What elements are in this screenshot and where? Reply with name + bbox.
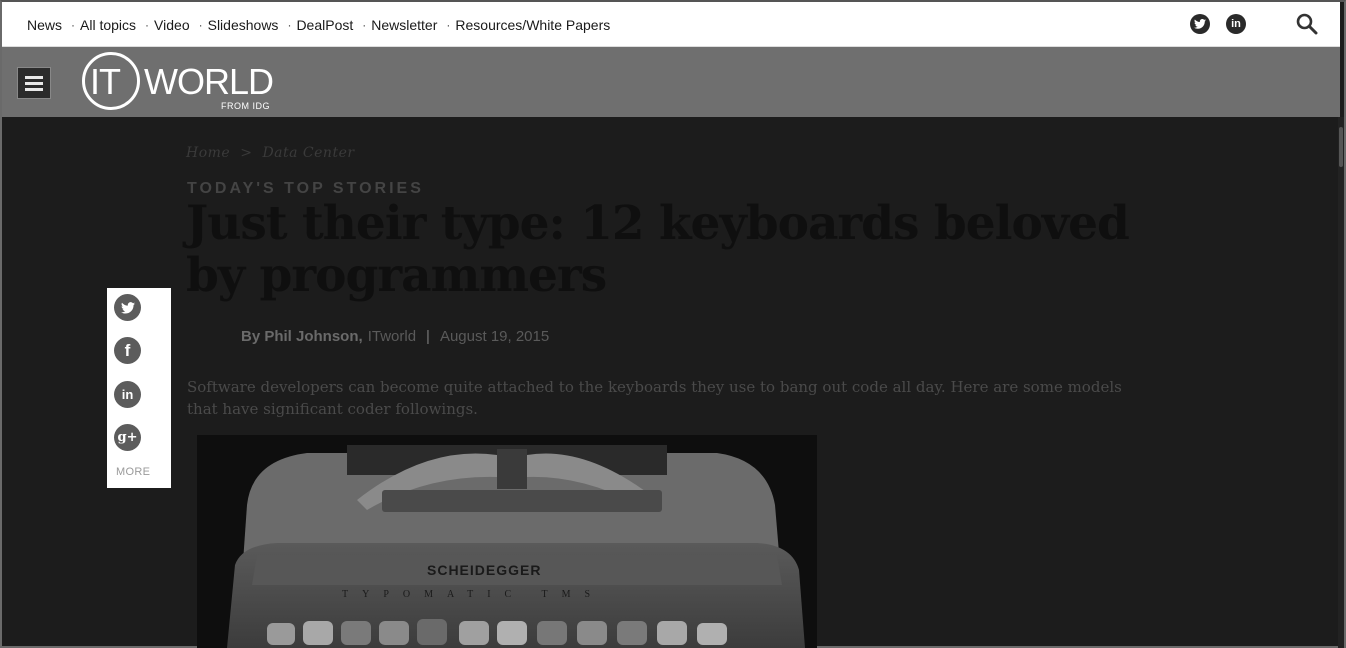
top-navigation-bar: News · All topics · Video · Slideshows ·… [2,2,1340,47]
linkedin-icon: in [1226,14,1246,34]
breadcrumb: Home > Data Center [186,145,355,161]
nav-separator: · [145,18,150,32]
hero-image: SCHEIDEGGER TYPOMATIC TMS [197,435,817,648]
article-byline: By Phil Johnson, ITworld | August 19, 20… [241,328,549,345]
facebook-icon[interactable]: f [114,337,141,364]
linkedin-link[interactable]: in [1226,14,1246,34]
search-icon[interactable] [1296,13,1318,35]
nav-link-dealpost[interactable]: DealPost [296,17,353,33]
linkedin-icon[interactable]: in [114,381,141,408]
page-scrollbar[interactable] [1338,117,1344,648]
author-name[interactable]: By Phil Johnson, [241,328,363,345]
nav-link-all-topics[interactable]: All topics [80,17,136,33]
share-more-button[interactable]: MORE [116,466,150,478]
top-nav-links: News · All topics · Video · Slideshows ·… [27,17,610,33]
logo-world-text: WORLD [144,61,274,102]
nav-separator: · [446,18,451,32]
breadcrumb-separator: > [240,145,253,161]
itworld-logo[interactable]: IT WORLD FROM IDG [82,52,287,112]
nav-link-slideshows[interactable]: Slideshows [208,17,279,33]
nav-separator: · [362,18,367,32]
logo-it-text: IT [90,61,121,102]
share-panel: f in g+ MORE [107,288,171,488]
typewriter-model-label: TYPOMATIC TMS [342,589,604,600]
typewriter-brand-label: SCHEIDEGGER [427,562,541,578]
nav-link-news[interactable]: News [27,17,62,33]
nav-link-resources[interactable]: Resources/White Papers [455,17,610,33]
twitter-icon [1190,14,1210,34]
publication-name: ITworld [367,328,417,345]
article-headline: Just their type: 12 keyboards beloved by… [186,196,1130,303]
hamburger-menu-icon[interactable] [17,67,51,99]
twitter-link[interactable] [1190,14,1210,34]
byline-separator: | [426,328,430,345]
brand-header: IT WORLD FROM IDG [2,47,1340,117]
breadcrumb-home[interactable]: Home [186,145,230,161]
nav-link-newsletter[interactable]: Newsletter [371,17,437,33]
logo-tagline: FROM IDG [221,101,270,111]
scrollbar-thumb[interactable] [1339,127,1343,167]
publish-date: August 19, 2015 [439,328,550,345]
twitter-icon[interactable] [114,294,141,321]
article-summary: Software developers can become quite att… [187,378,1122,418]
nav-separator: · [198,18,203,32]
breadcrumb-section[interactable]: Data Center [262,145,354,161]
nav-separator: · [287,18,292,32]
nav-link-video[interactable]: Video [154,17,190,33]
google-plus-icon[interactable]: g+ [114,424,141,451]
nav-separator: · [71,18,76,32]
typewriter-illustration: SCHEIDEGGER TYPOMATIC TMS [197,435,817,648]
